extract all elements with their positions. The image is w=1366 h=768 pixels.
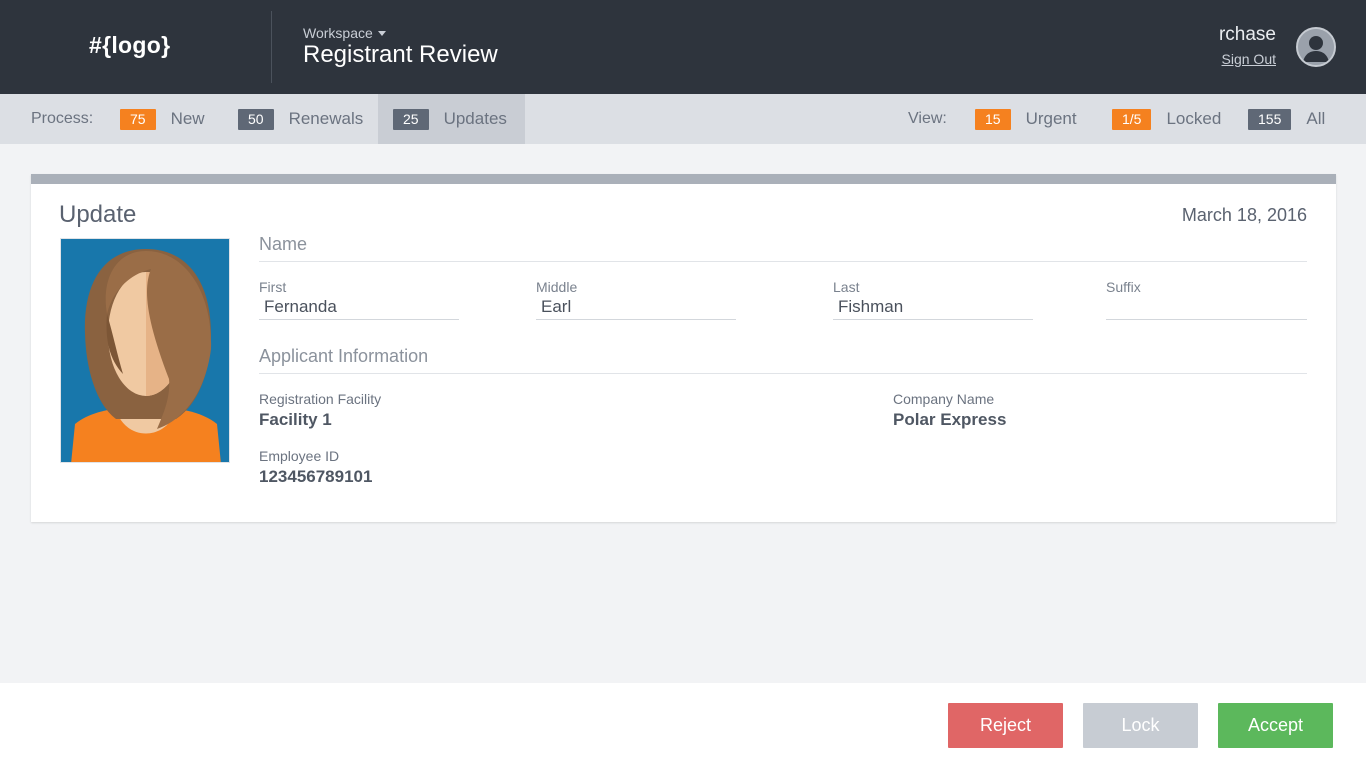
process-item-label: New	[170, 109, 205, 128]
middle-name-label: Middle	[536, 279, 578, 295]
facility-value: Facility 1	[259, 410, 332, 429]
section-divider	[259, 261, 1307, 262]
first-name-label: First	[259, 279, 287, 295]
workspace-dropdown[interactable]: Workspace	[303, 25, 386, 41]
process-item-updates[interactable]: 25 Updates	[378, 94, 525, 144]
employee-id-label: Employee ID	[259, 448, 340, 464]
process-item-new[interactable]: 75 New	[120, 94, 205, 144]
accept-button[interactable]: Accept	[1218, 703, 1333, 748]
page-title: Registrant Review	[303, 41, 498, 68]
count-badge: 75	[120, 108, 156, 130]
card-header-strip	[31, 174, 1336, 184]
facility-label: Registration Facility	[259, 391, 382, 407]
view-label: View:	[908, 110, 947, 127]
section-divider	[259, 373, 1307, 374]
sign-out-link[interactable]: Sign Out	[1222, 51, 1276, 67]
process-label: Process:	[31, 110, 94, 127]
card-date: March 18, 2016	[1181, 205, 1307, 225]
count-badge: 15	[975, 108, 1011, 130]
header-divider	[271, 11, 272, 83]
workspace-label: Workspace	[303, 25, 373, 41]
count-badge: 50	[238, 108, 274, 130]
view-item-locked[interactable]: 1/5 Locked	[1112, 94, 1221, 144]
reject-button[interactable]: Reject	[948, 703, 1063, 748]
view-item-label: Urgent	[1025, 109, 1077, 128]
action-footer: Reject Lock Accept	[0, 683, 1366, 768]
employee-id-value: 123456789101	[259, 467, 373, 486]
applicant-section-heading: Applicant Information	[259, 346, 429, 366]
first-name-field[interactable]	[259, 294, 459, 320]
update-card: Update March 18, 2016 Name First Middle …	[31, 174, 1336, 522]
applicant-photo	[60, 238, 230, 463]
top-header: #{logo} Workspace Registrant Review rcha…	[0, 0, 1366, 94]
view-item-label: All	[1306, 109, 1326, 128]
user-avatar-icon[interactable]	[1296, 27, 1336, 67]
suffix-label: Suffix	[1106, 279, 1141, 295]
username: rchase	[1218, 24, 1276, 45]
caret-down-icon	[377, 31, 386, 36]
count-badge: 1/5	[1112, 108, 1152, 130]
count-badge: 25	[393, 108, 429, 130]
process-item-label: Updates	[443, 109, 507, 128]
lock-button[interactable]: Lock	[1083, 703, 1198, 748]
card-title: Update	[59, 201, 137, 228]
process-item-label: Renewals	[288, 109, 364, 128]
middle-name-field[interactable]	[536, 294, 736, 320]
company-label: Company Name	[893, 391, 995, 407]
filter-bar: Process: 75 New 50 Renewals 25 Updates V…	[0, 94, 1366, 144]
company-value: Polar Express	[893, 410, 1007, 429]
count-badge: 155	[1248, 108, 1292, 130]
logo[interactable]: #{logo}	[89, 32, 170, 59]
name-section-heading: Name	[259, 234, 308, 254]
view-item-all[interactable]: 155 All	[1248, 94, 1325, 144]
last-name-field[interactable]	[833, 294, 1033, 320]
last-name-label: Last	[833, 279, 860, 295]
process-item-renewals[interactable]: 50 Renewals	[238, 94, 363, 144]
view-item-urgent[interactable]: 15 Urgent	[975, 94, 1077, 144]
view-item-label: Locked	[1166, 109, 1222, 128]
suffix-field[interactable]	[1106, 294, 1307, 320]
